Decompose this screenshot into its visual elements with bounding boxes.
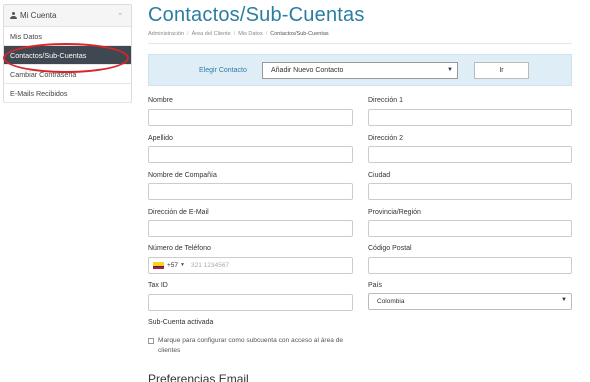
subaccount-label: Sub-Cuenta activada: [148, 319, 214, 326]
last-name-label: Apellido: [148, 135, 173, 142]
breadcrumb-item[interactable]: Área del Cliente: [192, 31, 231, 37]
colombia-flag-icon[interactable]: [153, 262, 164, 269]
email-label: Dirección de E-Mail: [148, 209, 209, 216]
go-button[interactable]: Ir: [474, 62, 529, 79]
country-label: País: [368, 282, 383, 289]
email-input[interactable]: [148, 220, 353, 237]
sidebar-header[interactable]: Mi Cuenta ⌃: [4, 5, 131, 27]
breadcrumb-separator: /: [187, 31, 189, 37]
phone-input[interactable]: +57 ▼ 321 1234567: [148, 257, 353, 274]
phone-country-code: +57: [167, 262, 179, 269]
contact-chooser-bar: Elegir Contacto Añadir Nuevo Contacto ▼ …: [148, 54, 572, 86]
address2-label: Dirección 2: [368, 135, 404, 142]
breadcrumb-current: Contactos/Sub-Cuentas: [270, 31, 329, 37]
last-name-input[interactable]: [148, 146, 353, 163]
chevron-down-icon[interactable]: ▼: [180, 262, 185, 268]
choose-contact-label: Elegir Contacto: [199, 67, 247, 74]
sidebar-header-label: Mi Cuenta: [20, 11, 57, 20]
contact-select[interactable]: Añadir Nuevo Contacto ▼: [262, 62, 458, 79]
dropdown-arrow-icon: ▼: [447, 67, 453, 73]
tax-id-input[interactable]: [148, 294, 353, 311]
account-sidebar: Mi Cuenta ⌃ Mis Datos Contactos/Sub-Cuen…: [3, 4, 132, 103]
subaccount-checkbox[interactable]: [148, 338, 154, 344]
sidebar-item-contactos[interactable]: Contactos/Sub-Cuentas: [4, 46, 131, 65]
breadcrumb-item[interactable]: Mis Datos: [238, 31, 262, 37]
address1-label: Dirección 1: [368, 97, 404, 104]
city-label: Ciudad: [368, 172, 391, 179]
breadcrumb-item[interactable]: Administración: [148, 31, 184, 37]
user-icon: [10, 12, 17, 19]
city-input[interactable]: [368, 183, 572, 200]
state-input[interactable]: [368, 220, 572, 237]
country-select[interactable]: Colombia ▼: [368, 293, 572, 310]
postcode-input[interactable]: [368, 257, 572, 274]
company-label: Nombre de Compañía: [148, 172, 217, 179]
company-input[interactable]: [148, 183, 353, 200]
postcode-label: Código Postal: [368, 245, 412, 252]
first-name-label: Nombre: [148, 97, 173, 104]
country-select-value: Colombia: [377, 298, 405, 305]
tax-id-label: Tax ID: [148, 282, 168, 289]
sidebar-item-cambiar-contrasena[interactable]: Cambiar Contraseña: [4, 65, 131, 84]
phone-placeholder: 321 1234567: [191, 262, 229, 269]
sidebar-item-emails-recibidos[interactable]: E-Mails Recibidos: [4, 84, 131, 103]
state-label: Provincia/Región: [368, 209, 421, 216]
breadcrumb-separator: /: [233, 31, 236, 37]
title-divider: [148, 43, 572, 44]
sidebar-item-mis-datos[interactable]: Mis Datos: [4, 27, 131, 46]
first-name-input[interactable]: [148, 109, 353, 126]
dropdown-arrow-icon: ▼: [561, 297, 567, 303]
contact-select-value: Añadir Nuevo Contacto: [271, 67, 344, 74]
breadcrumb-separator: /: [265, 31, 268, 37]
phone-label: Número de Teléfono: [148, 245, 211, 252]
email-preferences-heading: Preferencias Email: [148, 372, 249, 382]
chevron-up-icon[interactable]: ⌃: [117, 12, 123, 20]
subaccount-checkbox-text: Marque para configurar como subcuenta co…: [158, 337, 344, 354]
breadcrumb: Administración / Área del Cliente / Mis …: [148, 31, 329, 37]
page-title: Contactos/Sub-Cuentas: [148, 4, 365, 26]
address1-input[interactable]: [368, 109, 572, 126]
address2-input[interactable]: [368, 146, 572, 163]
